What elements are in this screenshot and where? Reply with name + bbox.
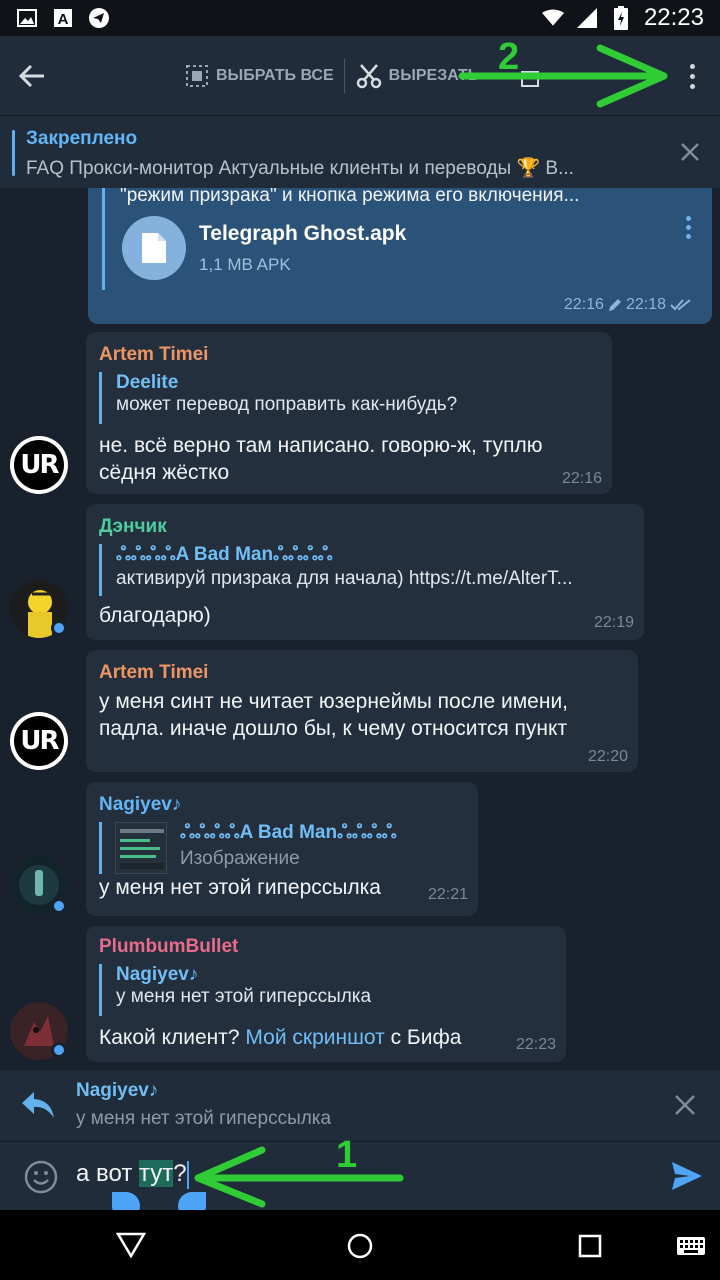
arrow-to-more-icon	[458, 44, 668, 108]
screen: A 22:23 ВЫБРАТЬ ВСЕ ВЫРЕЗАТЬ Закреплено …	[0, 0, 720, 1280]
annotation-label-1: 1	[336, 1134, 358, 1176]
annotation-arrows	[194, 44, 668, 1208]
arrow-to-input-text	[194, 1146, 404, 1208]
annotation-label-2: 2	[498, 36, 520, 78]
